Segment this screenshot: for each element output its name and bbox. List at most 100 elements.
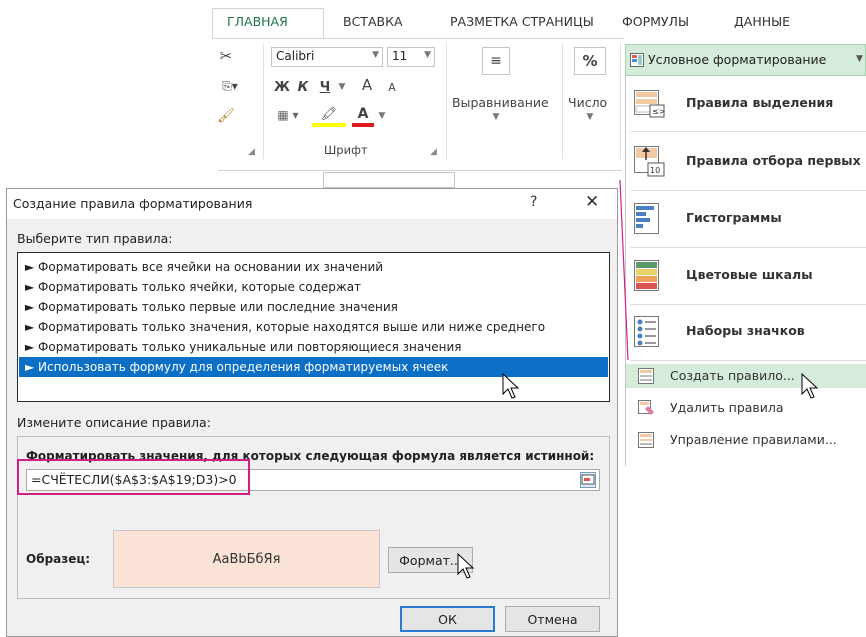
menu-item-label: Наборы значков	[686, 323, 805, 338]
mouse-cursor-icon	[801, 372, 819, 399]
menu-separator	[630, 131, 866, 132]
top-badge: 10	[650, 166, 660, 175]
range-select-icon	[581, 474, 595, 485]
menu-item-data-bars[interactable]: Гистограммы	[626, 191, 866, 247]
italic-button[interactable]: К	[294, 77, 312, 97]
format-button-label: Формат...	[399, 552, 462, 568]
group-separator	[620, 43, 621, 159]
font-launcher-icon[interactable]: ◢	[430, 147, 437, 157]
menu-item-highlight-rules[interactable]: ≤> Правила выделения	[626, 76, 866, 132]
menu-item-manage-rules[interactable]: Управление правилами...	[626, 428, 866, 452]
rule-type-label: Форматировать только уникальные или повт…	[38, 340, 462, 354]
rule-type-label: Использовать формулу для определения фор…	[38, 360, 449, 374]
grow-font-button[interactable]: A	[356, 75, 378, 95]
rule-type-item[interactable]: ► Форматировать только первые или послед…	[19, 297, 608, 317]
new-rule-icon	[638, 368, 654, 384]
menu-item-icon-sets[interactable]: Наборы значков	[626, 304, 866, 360]
tab-insert[interactable]: ВСТАВКА	[343, 14, 403, 29]
font-size-value: 11	[392, 49, 408, 63]
font-name-dropdown[interactable]: Calibri ▼	[271, 47, 383, 67]
highlight-rules-icon: ≤>	[634, 90, 665, 118]
cancel-button[interactable]: Отмена	[505, 606, 600, 632]
group-separator	[562, 43, 563, 159]
close-button[interactable]: ✕	[585, 192, 599, 212]
clipboard-launcher-icon[interactable]: ◢	[248, 147, 255, 157]
menu-item-label: Управление правилами...	[670, 432, 837, 447]
rule-type-label: Форматировать только ячейки, которые сод…	[38, 280, 362, 294]
collapse-dialog-button[interactable]	[580, 472, 596, 488]
menu-item-label: Правила выделения	[686, 95, 834, 110]
preview-label: Образец:	[26, 552, 91, 566]
chevron-down-icon: ▼	[372, 50, 379, 60]
menu-separator	[630, 360, 866, 361]
ribbon-tabs: ГЛАВНАЯ ВСТАВКА РАЗМЕТКА СТРАНИЦЫ ФОРМУЛ…	[212, 0, 866, 38]
group-separator	[446, 43, 447, 159]
chevron-down-icon: ▼	[856, 54, 863, 64]
cut-icon[interactable]: ✂	[216, 47, 236, 65]
preview-text: АаВbБбЯя	[212, 551, 281, 567]
help-button[interactable]: ?	[530, 194, 537, 210]
borders-icon[interactable]: ▦ ▾	[273, 105, 303, 125]
chevron-down-icon[interactable]: ▼	[336, 77, 348, 97]
conditional-formatting-menu: ≤> Правила выделения 10 Правила отбора п…	[625, 76, 866, 466]
rule-type-label: Форматировать все ячейки на основании их…	[38, 260, 384, 274]
ok-button-label: ОК	[438, 611, 457, 627]
menu-item-label: Правила отбора первых	[686, 153, 861, 168]
rule-type-item[interactable]: ► Форматировать только значения, которые…	[19, 317, 608, 337]
menu-item-top-rules[interactable]: 10 Правила отбора первых	[626, 134, 866, 190]
group-separator	[263, 43, 264, 159]
font-color-button[interactable]: A	[352, 105, 374, 127]
menu-item-color-scales[interactable]: Цветовые шкалы	[626, 248, 866, 304]
chevron-down-icon[interactable]: ▼	[584, 111, 596, 123]
dialog-title: Создание правила форматирования	[13, 196, 253, 211]
copy-icon[interactable]: ⎘▾	[216, 77, 244, 95]
conditional-formatting-label: Условное форматирование	[648, 52, 827, 67]
rule-type-item[interactable]: ► Форматировать только уникальные или по…	[19, 337, 608, 357]
chevron-down-icon: ▼	[424, 50, 431, 60]
percent-button[interactable]: %	[574, 47, 606, 75]
chevron-down-icon[interactable]: ▼	[490, 111, 502, 123]
chevron-down-icon[interactable]: ▼	[376, 107, 388, 125]
manage-rules-icon	[638, 432, 654, 448]
ok-button[interactable]: ОК	[400, 606, 495, 632]
menu-item-label: Цветовые шкалы	[686, 267, 813, 282]
clear-rules-icon	[638, 400, 654, 415]
format-painter-icon[interactable]: 🖌	[216, 107, 236, 125]
formula-highlight	[17, 459, 250, 495]
formula-bar-buttons	[323, 172, 455, 188]
conditional-formatting-icon	[630, 53, 644, 67]
edit-description-label: Измените описание правила:	[17, 415, 211, 430]
mouse-cursor-icon	[457, 552, 475, 579]
mouse-cursor-icon	[502, 372, 520, 399]
conditional-formatting-button[interactable]: Условное форматирование ▼	[625, 44, 866, 76]
menu-item-new-rule[interactable]: Создать правило...	[626, 364, 866, 388]
menu-item-label: Создать правило...	[670, 368, 795, 383]
tab-home[interactable]: ГЛАВНАЯ	[227, 14, 288, 29]
svg-text:≤>: ≤>	[652, 107, 665, 116]
rule-type-label: Форматировать только первые или последни…	[38, 300, 398, 314]
rule-type-label: Форматировать только значения, которые н…	[38, 320, 546, 334]
menu-item-label: Гистограммы	[686, 210, 782, 225]
number-label[interactable]: Число	[568, 95, 607, 110]
fill-color-icon[interactable]: 🖍	[312, 105, 346, 127]
menu-item-clear-rules[interactable]: Удалить правила	[626, 396, 866, 420]
ribbon-body: ✂ ⎘▾ 🖌 ◢ Calibri ▼ 11 ▼ Ж К Ч ▼ A A ▦ ▾ 🖍 …	[212, 38, 624, 170]
tab-data[interactable]: ДАННЫЕ	[734, 14, 790, 29]
shrink-font-button[interactable]: A	[382, 77, 402, 97]
tab-page-layout[interactable]: РАЗМЕТКА СТРАНИЦЫ	[450, 14, 594, 29]
font-name-value: Calibri	[276, 49, 315, 63]
new-formatting-rule-dialog: Создание правила форматирования ? ✕ Выбе…	[6, 188, 618, 637]
font-group-label: Шрифт	[324, 143, 368, 157]
tab-formulas[interactable]: ФОРМУЛЫ	[622, 14, 689, 29]
bold-button[interactable]: Ж	[273, 77, 291, 97]
cancel-button-label: Отмена	[527, 611, 578, 627]
format-preview: АаВbБбЯя	[113, 530, 380, 588]
rule-type-item[interactable]: ► Форматировать все ячейки на основании …	[19, 257, 608, 277]
alignment-label[interactable]: Выравнивание	[452, 95, 549, 110]
underline-button[interactable]: Ч	[316, 77, 334, 97]
rule-type-item[interactable]: ► Форматировать только ячейки, которые с…	[19, 277, 608, 297]
font-size-dropdown[interactable]: 11 ▼	[387, 47, 435, 67]
dialog-titlebar: Создание правила форматирования ? ✕	[7, 189, 617, 219]
select-rule-type-label: Выберите тип правила:	[17, 231, 173, 246]
alignment-icon[interactable]: ≡	[482, 47, 510, 75]
